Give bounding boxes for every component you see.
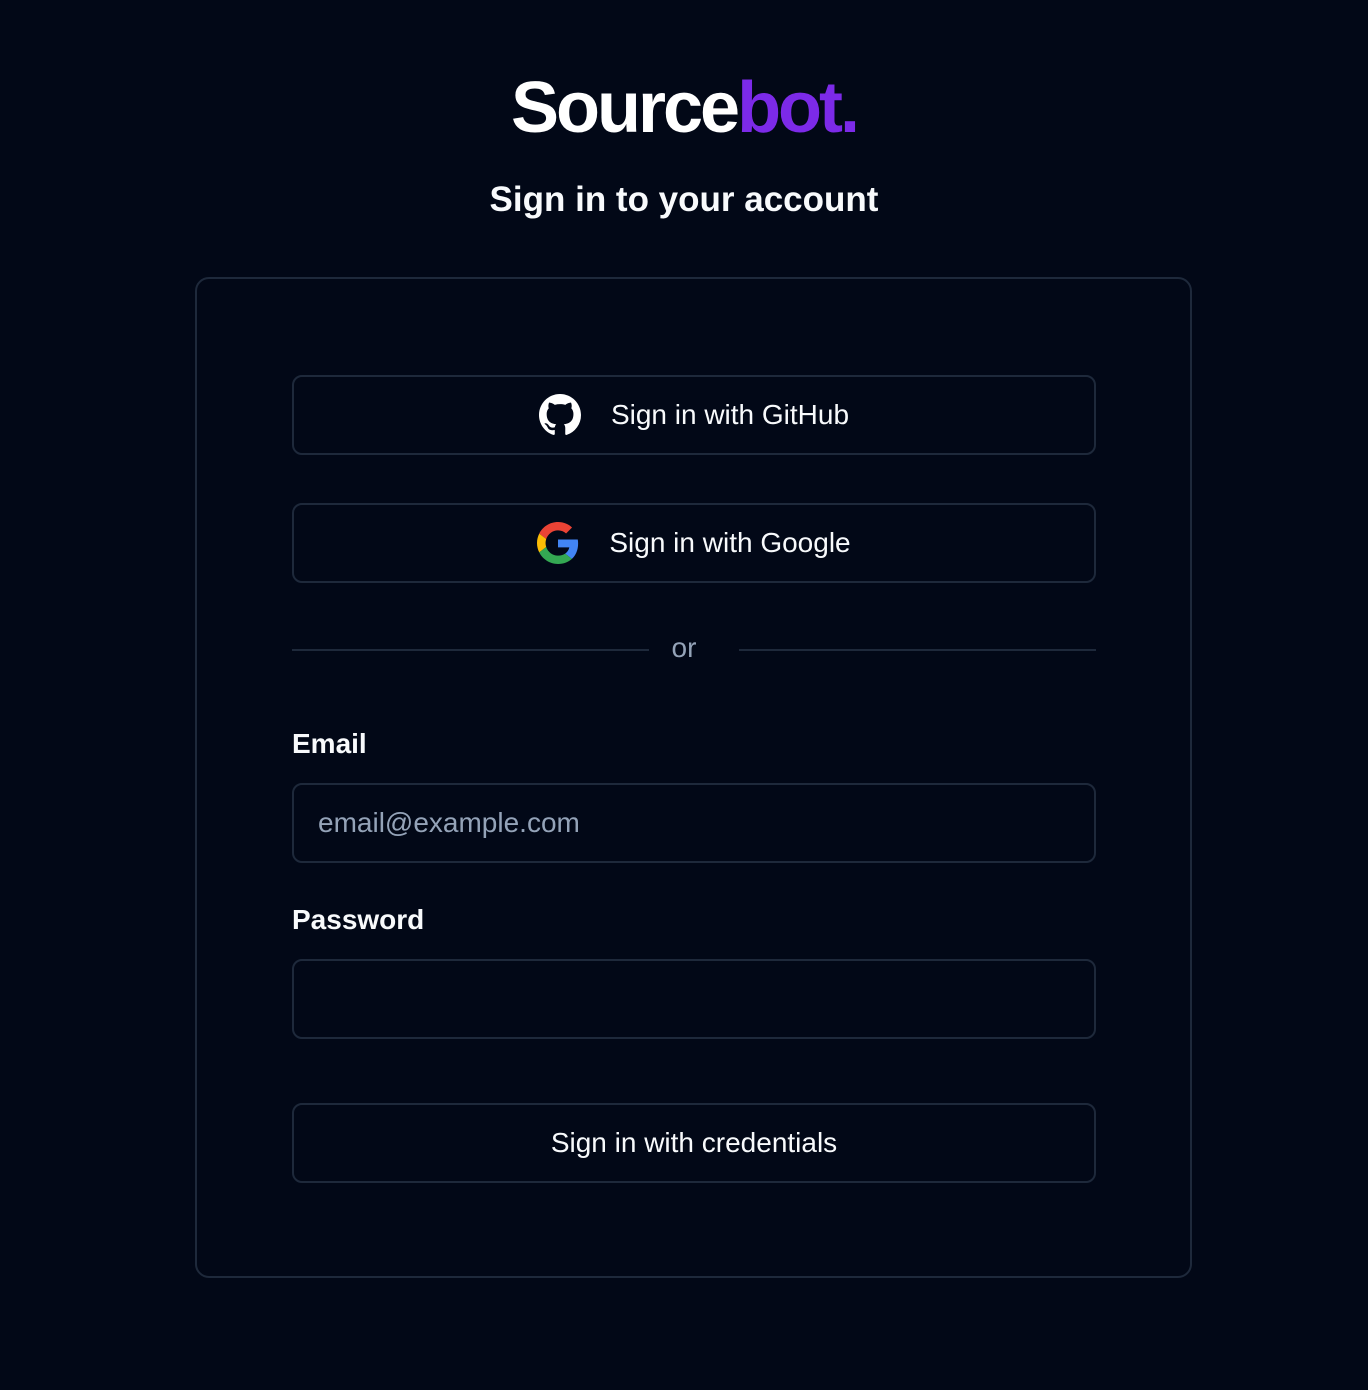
email-label: Email <box>292 728 367 759</box>
divider-right <box>739 649 1096 651</box>
divider-or-text: or <box>671 632 697 663</box>
sourcebot-logo: Sourcebot. <box>0 68 1368 148</box>
github-button-label: Sign in with GitHub <box>610 399 850 430</box>
credentials-button-label: Sign in with credentials <box>550 1127 838 1158</box>
github-sign-in-button[interactable]: Sign in with GitHub <box>292 375 1096 455</box>
email-input[interactable] <box>292 783 1096 863</box>
google-sign-in-button[interactable]: Sign in with Google <box>292 503 1096 583</box>
credentials-sign-in-button[interactable]: Sign in with credentials <box>292 1103 1096 1183</box>
page-title: Sign in to your account <box>489 180 879 219</box>
google-icon <box>537 522 579 564</box>
password-label: Password <box>292 904 425 935</box>
logo-part-source: Source <box>510 68 740 148</box>
logo-part-bot: bot. <box>737 68 860 148</box>
password-input[interactable] <box>292 959 1096 1039</box>
github-icon <box>538 394 581 436</box>
google-button-label: Sign in with Google <box>609 527 851 558</box>
